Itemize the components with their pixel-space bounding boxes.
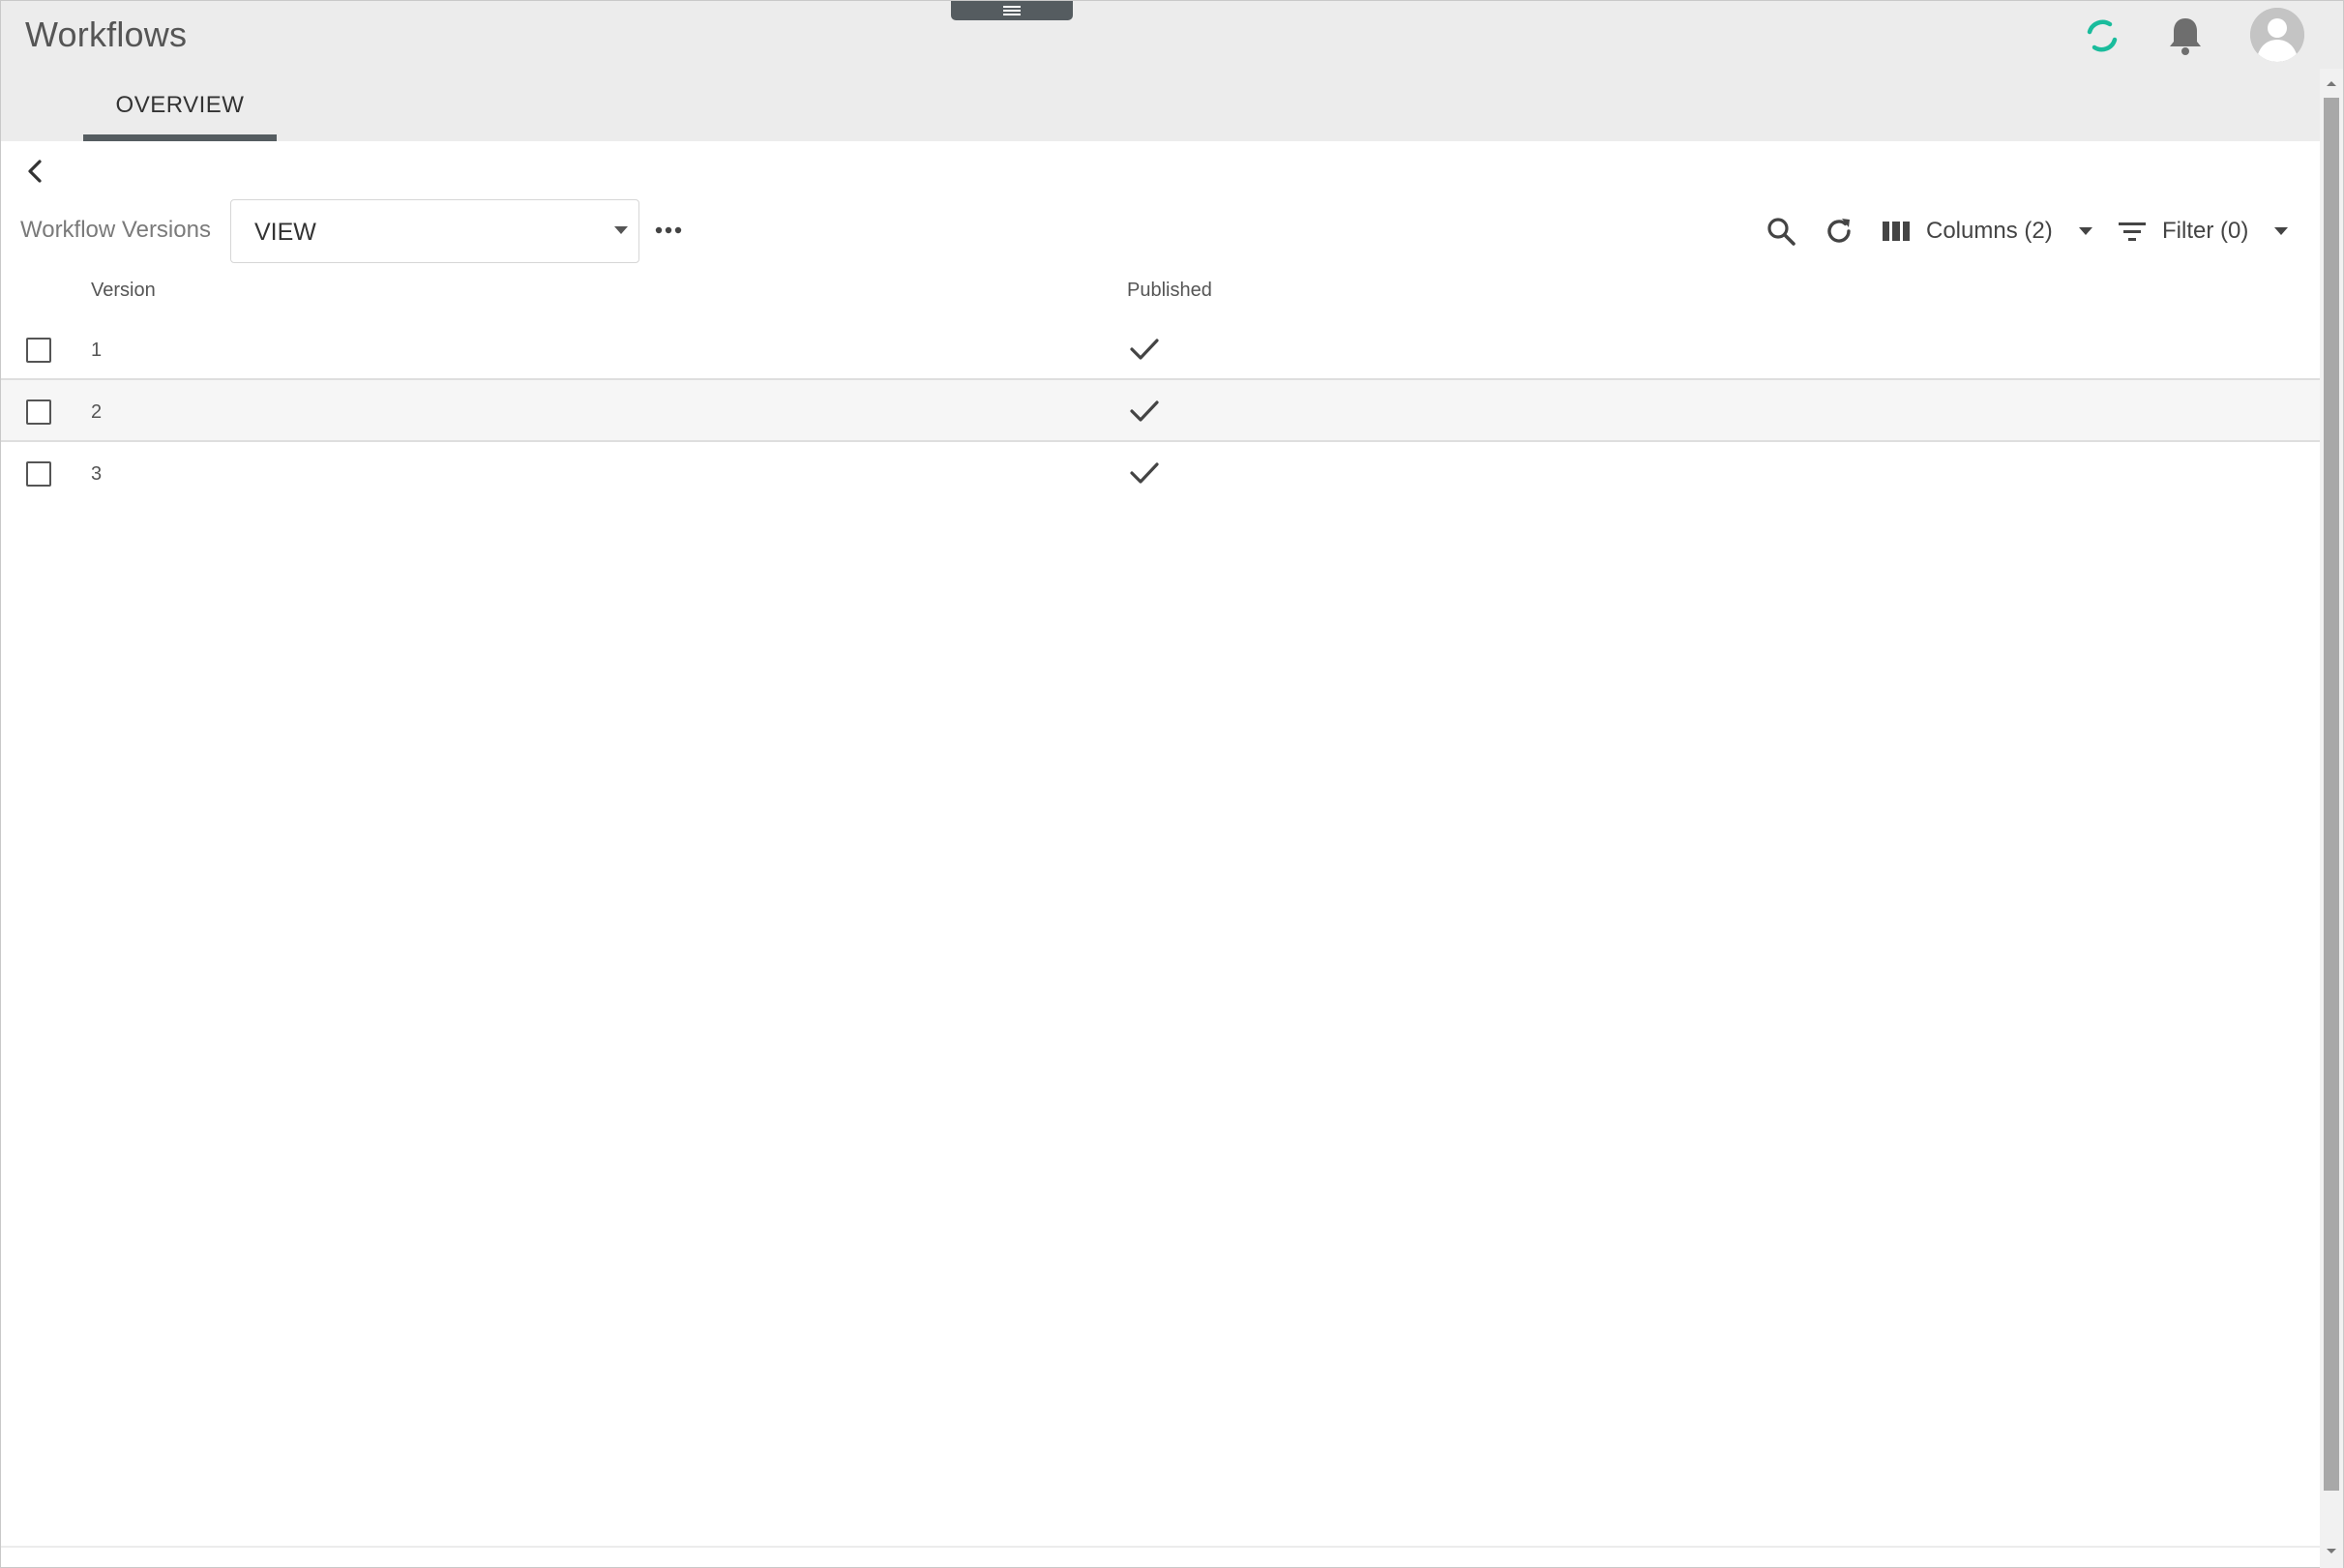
table-row[interactable]: 3: [1, 442, 2320, 504]
refresh-icon[interactable]: [1824, 216, 1854, 247]
row-version: 3: [91, 463, 103, 485]
row-checkbox[interactable]: [26, 399, 51, 425]
chevron-down-icon: [2078, 227, 2092, 235]
check-icon: [1130, 400, 1159, 422]
app-window: Workflows OVERVIEW Workflow Versions VIE…: [0, 0, 2344, 1568]
scroll-up-button[interactable]: [2320, 74, 2343, 93]
scroll-down-icon: [2327, 1549, 2336, 1553]
filter-button[interactable]: Filter (0): [2118, 212, 2289, 251]
view-select-value: VIEW: [254, 219, 316, 246]
table-row[interactable]: 1: [1, 318, 2320, 380]
check-icon: [1130, 462, 1159, 484]
tab-overview[interactable]: OVERVIEW: [83, 88, 277, 141]
tab-active-indicator: [83, 134, 277, 141]
footer-divider: [1, 1546, 2320, 1548]
menu-handle-button[interactable]: [951, 1, 1073, 20]
bell-icon[interactable]: [2166, 15, 2205, 57]
filter-label: Filter (0): [2162, 218, 2249, 244]
view-select[interactable]: VIEW: [230, 199, 639, 263]
column-header-version[interactable]: Version: [91, 280, 156, 302]
scroll-down-button[interactable]: [2320, 1542, 2343, 1561]
spinner-icon: [2087, 19, 2118, 52]
columns-button[interactable]: Columns (2): [1882, 212, 2093, 251]
more-icon[interactable]: [655, 225, 682, 235]
columns-label: Columns (2): [1926, 218, 2053, 244]
chevron-down-icon: [614, 226, 628, 234]
app-header: Workflows OVERVIEW: [1, 1, 2343, 141]
check-icon: [1130, 339, 1159, 360]
scrollbar-thumb[interactable]: [2324, 98, 2339, 1491]
filter-icon: [2119, 222, 2146, 241]
row-checkbox[interactable]: [26, 461, 51, 487]
page-title: Workflows: [25, 15, 188, 54]
avatar-icon: [2250, 8, 2304, 62]
row-version: 1: [91, 340, 103, 361]
row-checkbox[interactable]: [26, 338, 51, 363]
back-icon[interactable]: [20, 156, 51, 187]
tab-overview-label: OVERVIEW: [115, 92, 245, 118]
chevron-down-icon: [2274, 227, 2289, 235]
row-version: 2: [91, 401, 103, 423]
search-icon[interactable]: [1765, 216, 1796, 247]
vertical-scrollbar[interactable]: [2320, 69, 2343, 1568]
toolbar-label: Workflow Versions: [20, 217, 211, 243]
avatar[interactable]: [2250, 8, 2304, 62]
table-row[interactable]: 2: [1, 380, 2320, 442]
columns-icon: [1883, 222, 1910, 241]
menu-handle-icon: [1003, 6, 1021, 15]
column-header-published[interactable]: Published: [1127, 280, 1212, 302]
scroll-up-icon: [2327, 81, 2336, 86]
